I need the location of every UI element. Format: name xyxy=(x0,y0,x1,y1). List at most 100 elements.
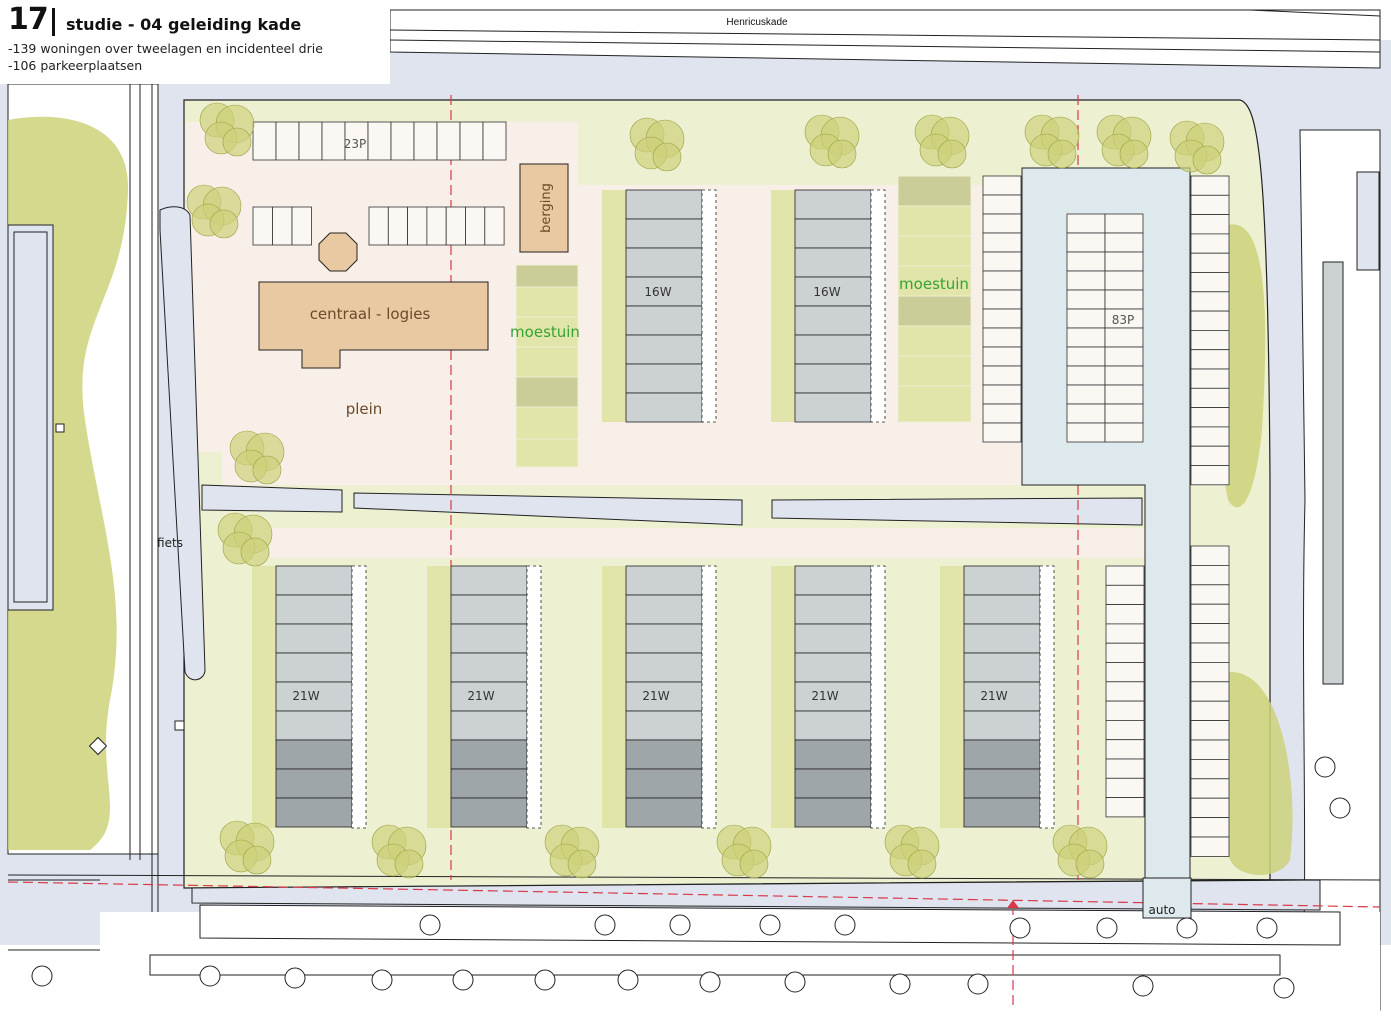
parking-stall xyxy=(1066,270,1106,291)
page-title: studie - 04 geleiding kade xyxy=(66,15,302,34)
parking-stall xyxy=(298,121,323,161)
dwelling-unit xyxy=(275,623,353,654)
tree xyxy=(739,849,769,879)
dwelling-unit xyxy=(275,565,353,596)
parking-stall xyxy=(1190,797,1230,819)
vegetable-garden-bed xyxy=(897,205,972,237)
parking-stall xyxy=(1190,603,1230,625)
dwelling-unit xyxy=(794,334,872,365)
parking-stall xyxy=(1190,700,1230,722)
bike-label: fiets xyxy=(157,536,183,550)
parking-stall xyxy=(1104,384,1144,405)
block-label-north: 16W xyxy=(813,285,840,299)
block-label-south: 21W xyxy=(467,689,494,703)
parking-stall xyxy=(1104,251,1144,272)
tree xyxy=(222,127,252,157)
parking-stall xyxy=(252,121,277,161)
street-tree xyxy=(1132,975,1154,997)
dwelling-unit xyxy=(450,565,528,596)
dwelling-unit xyxy=(275,739,353,770)
private-garden xyxy=(940,566,964,828)
vegetable-garden-bed xyxy=(897,175,972,207)
dwelling-unit xyxy=(963,623,1041,654)
parking-stall xyxy=(982,346,1022,367)
parking-stall xyxy=(982,365,1022,386)
parking-stall xyxy=(1105,700,1145,721)
tree xyxy=(1192,145,1222,175)
parking-stall xyxy=(1105,739,1145,760)
parking-stall xyxy=(1104,365,1144,386)
parking-stall xyxy=(1190,349,1230,370)
page-number: 17 xyxy=(8,2,49,37)
storage-label: berging xyxy=(539,183,554,233)
title-divider xyxy=(52,8,55,36)
dwelling-unit xyxy=(794,218,872,249)
parking-stall xyxy=(252,206,273,246)
parking-stall xyxy=(1190,233,1230,254)
dwelling-unit xyxy=(450,652,528,683)
vegetable-garden-bed xyxy=(515,376,579,408)
parking-stall xyxy=(1190,291,1230,312)
parking-stall xyxy=(367,121,392,161)
private-garden xyxy=(427,566,451,828)
dwelling-unit xyxy=(450,797,528,828)
street-tree xyxy=(1314,756,1336,778)
parking-stall xyxy=(1105,662,1145,683)
tree xyxy=(907,849,937,879)
street-tree xyxy=(889,973,911,995)
dwelling-unit xyxy=(794,623,872,654)
dwelling-unit xyxy=(625,652,703,683)
parking-stall xyxy=(1190,272,1230,293)
dwelling-unit xyxy=(963,594,1041,625)
parking-stall xyxy=(1190,642,1230,663)
dwelling-unit xyxy=(794,247,872,278)
dwelling-unit xyxy=(794,594,872,625)
parking-stall xyxy=(982,289,1022,310)
tree xyxy=(827,139,857,169)
dwelling-unit xyxy=(625,392,703,423)
parking-stall xyxy=(1190,252,1230,273)
street-tree xyxy=(759,914,781,936)
dwelling-unit xyxy=(625,623,703,654)
dwelling-unit xyxy=(625,710,703,741)
parking-stall xyxy=(1190,214,1230,235)
parking-stall xyxy=(1066,308,1106,329)
dwelling-unit xyxy=(794,189,872,220)
internal-canal xyxy=(201,484,343,513)
dwelling-unit xyxy=(275,710,353,741)
parking-stall xyxy=(1190,584,1230,605)
dwelling-unit xyxy=(625,565,703,596)
street-tree xyxy=(1176,917,1198,939)
terrace-strip xyxy=(870,565,886,829)
street-tree xyxy=(452,969,474,991)
dwelling-unit xyxy=(963,739,1041,770)
parking-stall xyxy=(321,121,346,161)
parking-stall xyxy=(1190,465,1230,486)
parking-stall xyxy=(459,121,484,161)
parking-stall xyxy=(1190,368,1230,389)
dwelling-unit xyxy=(794,392,872,423)
parking-stall xyxy=(436,121,461,161)
parking-stall xyxy=(982,384,1022,405)
dwelling-unit xyxy=(450,768,528,799)
parking-stall xyxy=(272,206,293,246)
parking-stall xyxy=(982,308,1022,329)
street-tree xyxy=(419,914,441,936)
parking-stall xyxy=(1190,387,1230,408)
parking-stall xyxy=(1066,384,1106,405)
dwelling-unit xyxy=(963,710,1041,741)
street-tree xyxy=(1273,977,1295,999)
parking-stall xyxy=(1066,365,1106,386)
tree xyxy=(252,455,282,485)
parking-stall xyxy=(982,213,1022,234)
street-tree xyxy=(669,914,691,936)
parking-stall xyxy=(1190,720,1230,741)
parking-stall xyxy=(1190,445,1230,466)
parking-stall xyxy=(982,194,1022,215)
street-tree xyxy=(284,967,306,989)
dwelling-unit xyxy=(794,710,872,741)
parking-label-top: 23P xyxy=(344,137,367,151)
parking-stall xyxy=(390,121,415,161)
parking-stall xyxy=(1190,545,1230,566)
dwelling-unit xyxy=(450,710,528,741)
